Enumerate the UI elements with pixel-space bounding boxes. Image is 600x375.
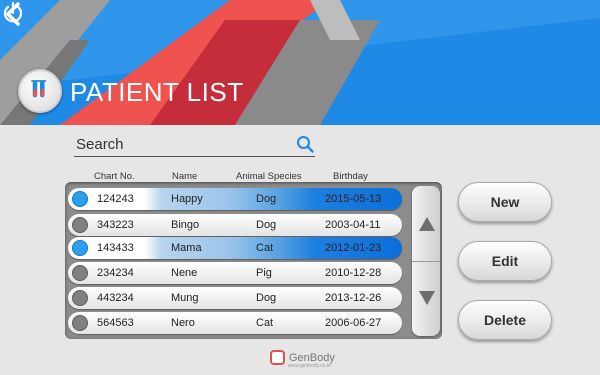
- cell-chart-no: 124243: [97, 193, 134, 205]
- page-title: PATIENT LIST: [70, 77, 244, 107]
- cell-birthday: 2010-12-28: [325, 267, 382, 279]
- search-label[interactable]: Search: [76, 136, 124, 153]
- cell-chart-no: 443234: [97, 292, 134, 304]
- table-row[interactable]: 443234 Mung Dog 2013-12-26: [68, 287, 402, 309]
- table-row[interactable]: 143433 Mama Cat 2012-01-23: [68, 237, 402, 259]
- table-row[interactable]: 564563 Nero Cat 2006-06-27: [68, 312, 402, 334]
- cell-chart-no: 564563: [97, 317, 134, 329]
- row-select-indicator[interactable]: [72, 240, 88, 256]
- cell-birthday: 2013-12-26: [325, 292, 382, 304]
- power-icon[interactable]: [0, 0, 26, 26]
- triangle-down-icon[interactable]: [418, 290, 436, 306]
- brand-name: GenBody: [289, 351, 335, 364]
- cell-species: Cat: [256, 317, 274, 329]
- cell-name: Nero: [171, 317, 195, 329]
- table-row[interactable]: 234234 Nene Pig 2010-12-28: [68, 262, 402, 284]
- cell-species: Dog: [256, 219, 277, 231]
- edit-button[interactable]: Edit: [458, 241, 552, 281]
- cell-chart-no: 343223: [97, 219, 134, 231]
- row-select-indicator[interactable]: [72, 217, 88, 233]
- cell-name: Happy: [171, 193, 203, 205]
- new-button[interactable]: New: [458, 182, 552, 222]
- column-header-chart-no: Chart No.: [94, 171, 135, 182]
- triangle-up-icon[interactable]: [418, 216, 436, 232]
- cell-birthday: 2015-05-13: [325, 193, 382, 205]
- header-banner: PATIENT LIST: [0, 0, 600, 125]
- test-tubes-icon: [31, 80, 46, 98]
- cell-name: Nene: [171, 267, 198, 279]
- scroll-divider: [412, 261, 440, 262]
- delete-button[interactable]: Delete: [458, 300, 552, 340]
- cell-birthday: 2006-06-27: [325, 317, 382, 329]
- cell-species: Dog: [256, 292, 277, 304]
- row-select-indicator[interactable]: [72, 265, 88, 281]
- search-underline: [74, 156, 315, 157]
- column-header-name: Name: [172, 171, 198, 182]
- brand-url: www.genbody.co.kr: [288, 363, 331, 369]
- cell-birthday: 2012-01-23: [325, 242, 382, 254]
- cell-name: Mama: [171, 242, 202, 254]
- column-header-species: Animal Species: [236, 171, 302, 182]
- cell-species: Cat: [256, 242, 274, 254]
- genbody-logo-icon: [270, 350, 285, 365]
- row-select-indicator[interactable]: [72, 191, 88, 207]
- patient-list-logo: [18, 69, 62, 113]
- cell-birthday: 2003-04-11: [325, 219, 381, 231]
- cell-species: Dog: [256, 193, 277, 205]
- row-select-indicator[interactable]: [72, 290, 88, 306]
- cell-name: Bingo: [171, 219, 200, 231]
- cell-name: Mung: [171, 292, 199, 304]
- table-row[interactable]: 343223 Bingo Dog 2003-04-11: [68, 214, 402, 236]
- cell-chart-no: 234234: [97, 267, 134, 279]
- cell-chart-no: 143433: [97, 242, 134, 254]
- column-header-birthday: Birthday: [333, 171, 368, 182]
- cell-species: Pig: [256, 267, 272, 279]
- row-select-indicator[interactable]: [72, 315, 88, 331]
- table-row[interactable]: 124243 Happy Dog 2015-05-13: [68, 188, 402, 210]
- search-icon[interactable]: [296, 135, 314, 153]
